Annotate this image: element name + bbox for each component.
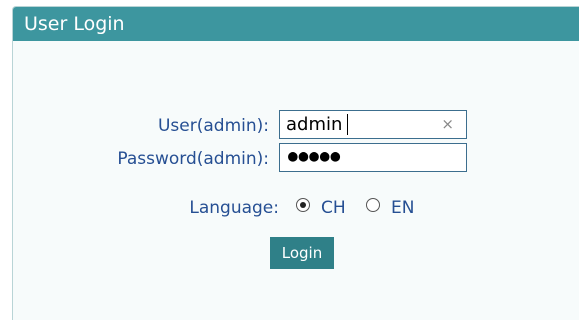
language-option-ch-label[interactable]: CH xyxy=(321,197,346,219)
language-radio-en[interactable] xyxy=(366,198,380,212)
login-panel: User Login User(admin): admin × Password… xyxy=(12,6,579,320)
username-value: admin xyxy=(286,114,343,135)
panel-title: User Login xyxy=(24,13,125,35)
language-label: Language: xyxy=(189,198,279,218)
password-label: Password(admin): xyxy=(117,149,269,169)
language-option-en-label[interactable]: EN xyxy=(391,197,414,219)
password-mask: ●●●●● xyxy=(288,146,342,165)
language-radio-ch[interactable] xyxy=(296,198,310,212)
username-input[interactable]: admin × xyxy=(279,110,467,139)
text-caret xyxy=(347,114,348,135)
login-button[interactable]: Login xyxy=(270,237,334,269)
title-bar: User Login xyxy=(13,7,579,41)
password-field[interactable]: ●●●●● xyxy=(279,143,467,172)
username-label: User(admin): xyxy=(157,116,269,136)
clear-icon[interactable]: × xyxy=(441,114,454,134)
